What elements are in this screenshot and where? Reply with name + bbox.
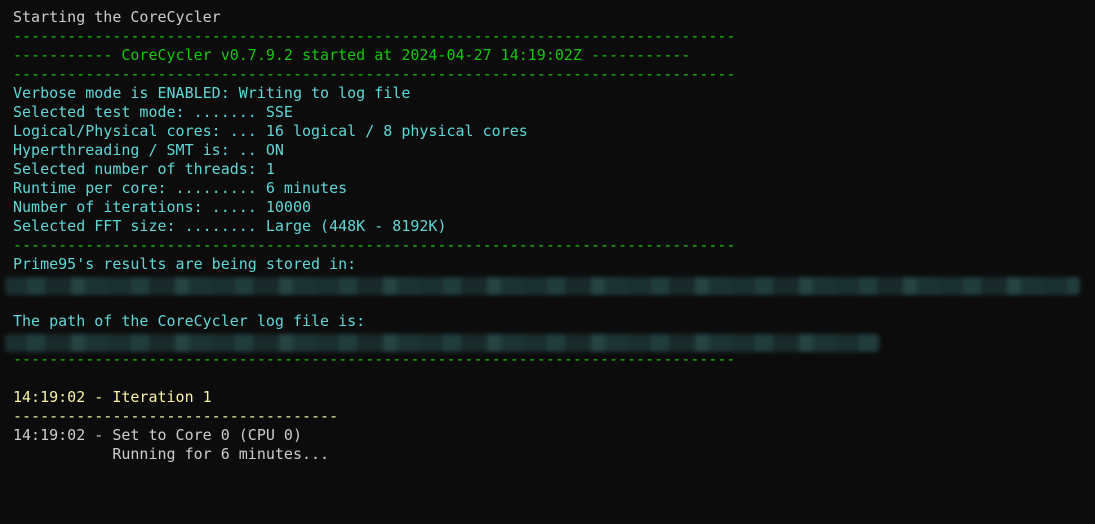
results-path-label: Prime95's results are being stored in: xyxy=(13,255,357,273)
separator-line: ----------------------------------------… xyxy=(13,350,736,368)
separator-line: ----------------------------------------… xyxy=(13,65,736,83)
cursor-line[interactable] xyxy=(13,464,1095,483)
redacted-log-path xyxy=(5,331,1095,352)
iterations-line: Number of iterations: ..... 10000 xyxy=(13,198,312,216)
verbose-mode-line: Verbose mode is ENABLED: Writing to log … xyxy=(13,84,411,102)
redaction-blur xyxy=(5,277,1080,295)
redaction-blur xyxy=(5,334,880,352)
terminal-window[interactable]: Starting the CoreCycler ----------------… xyxy=(0,0,1095,524)
terminal-line: Starting the CoreCycler xyxy=(13,8,221,26)
separator-line: ----------------------------------------… xyxy=(13,27,736,45)
log-path-label: The path of the CoreCycler log file is: xyxy=(13,312,366,330)
core-assignment-line: 14:19:02 - Set to Core 0 (CPU 0) xyxy=(13,426,302,444)
smt-line: Hyperthreading / SMT is: .. ON xyxy=(13,141,284,159)
test-mode-line: Selected test mode: ....... SSE xyxy=(13,103,293,121)
fft-size-line: Selected FFT size: ........ Large (448K … xyxy=(13,217,447,235)
iteration-header: 14:19:02 - Iteration 1 xyxy=(13,388,212,406)
iteration-separator: ------------------------------------ xyxy=(13,407,339,425)
running-status-line: Running for 6 minutes... xyxy=(13,445,330,463)
corecycler-header: ----------- CoreCycler v0.7.9.2 started … xyxy=(13,46,691,64)
separator-line: ----------------------------------------… xyxy=(13,236,736,254)
runtime-line: Runtime per core: ......... 6 minutes xyxy=(13,179,348,197)
cores-line: Logical/Physical cores: ... 16 logical /… xyxy=(13,122,528,140)
threads-line: Selected number of threads: 1 xyxy=(13,160,275,178)
redacted-results-path xyxy=(5,274,1095,295)
